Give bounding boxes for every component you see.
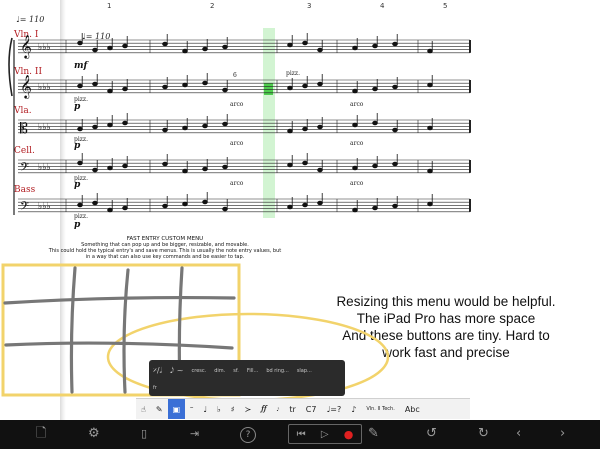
play-icon[interactable]: ▷	[321, 429, 329, 440]
annotation-line-3: And these buttons are tiny. Hard to	[342, 328, 550, 343]
device-icon[interactable]: ▯	[141, 426, 147, 442]
back-arrow-icon[interactable]: ‹	[516, 426, 521, 442]
note-value-button[interactable]: ♪	[346, 399, 361, 419]
flat-button[interactable]: ♭	[212, 399, 226, 419]
system-brace	[8, 37, 13, 97]
svg-text:𝄢: 𝄢	[20, 161, 29, 177]
transport-controls: ⏮ ▷ ●	[288, 424, 362, 444]
ornament-button[interactable]: 𝆕	[272, 399, 285, 419]
score-staves: 𝄞 ♭♭♭ 𝄞 ♭♭♭ 𝄡 ♭♭♭ 𝄢 ♭♭♭ 𝄢 ♭♭♭	[8, 28, 471, 218]
help-button[interactable]: ?	[240, 427, 256, 443]
svg-text:𝄢: 𝄢	[20, 200, 29, 216]
svg-text:𝄡: 𝄡	[20, 121, 28, 137]
fast-entry-note: FAST ENTRY CUSTOM MENU Something that ca…	[40, 236, 290, 260]
fast-entry-slap[interactable]: slap...	[293, 368, 316, 374]
record-icon[interactable]: ●	[344, 428, 354, 441]
annotation-line-2: The iPad Pro has more space	[356, 311, 536, 326]
entry-toolbar: ☝ ✎ ▣ 𝄼 ♩ ♭ ♯ ≻ 𝆑𝆑 𝆕 tr C7 ♩=? ♪ Vln. II…	[136, 398, 470, 419]
svg-text:𝄞: 𝄞	[20, 34, 32, 59]
fast-entry-sf[interactable]: sf.	[229, 368, 243, 374]
tempo-button[interactable]: ♩=?	[321, 399, 346, 419]
export-icon[interactable]: ⇥	[190, 426, 199, 442]
forward-arrow-icon[interactable]: ›	[560, 426, 565, 442]
fast-entry-dim[interactable]: dim.	[210, 368, 229, 374]
fast-entry-slash[interactable]: 𝄎/𝅗𝅥	[149, 366, 166, 376]
rewind-icon[interactable]: ⏮	[297, 429, 306, 440]
note-tool-icon[interactable]: ♩	[198, 399, 212, 419]
undo-icon[interactable]: ↺	[426, 426, 437, 442]
hand-pointer-icon[interactable]: ☝	[136, 399, 151, 419]
svg-text:♭♭♭: ♭♭♭	[38, 202, 51, 212]
fast-entry-bd-ring[interactable]: bd ring...	[262, 368, 293, 374]
selected-note-cursor	[264, 83, 273, 95]
chord-symbol-button[interactable]: C7	[301, 399, 322, 419]
technique-button[interactable]: Vln. II Tech.	[361, 399, 399, 419]
fast-entry-fill[interactable]: Fill...	[243, 368, 262, 374]
svg-text:𝄞: 𝄞	[20, 74, 32, 99]
text-button[interactable]: Abc	[400, 399, 425, 419]
document-icon[interactable]: 🗋	[36, 426, 46, 442]
annotation-text: Resizing this menu would be helpful. The…	[316, 293, 576, 361]
annotation-line-4: work fast and precise	[382, 345, 510, 360]
dynamics-button[interactable]: 𝆑𝆑	[256, 399, 271, 419]
fast-entry-row-2: fr	[149, 379, 345, 397]
fast-entry-cresc[interactable]: cresc.	[188, 368, 211, 374]
fast-entry-row-1: 𝄎/𝅗𝅥 𝅘𝅥𝅮 ~ cresc. dim. sf. Fill... bd ri…	[149, 362, 345, 380]
fast-entry-fr[interactable]: fr	[149, 385, 161, 391]
svg-text:♭♭♭: ♭♭♭	[38, 43, 51, 53]
fast-entry-note-line-3: in a way that can also use key commands …	[85, 254, 245, 260]
trill-button[interactable]: tr	[284, 399, 300, 419]
sharp-button[interactable]: ♯	[226, 399, 240, 419]
rest-tool-icon[interactable]: 𝄼	[185, 399, 198, 419]
fast-entry-menu[interactable]: 𝄎/𝅗𝅥 𝅘𝅥𝅮 ~ cresc. dim. sf. Fill... bd ri…	[149, 360, 345, 396]
eraser-icon[interactable]: ✎	[151, 399, 168, 419]
fast-entry-grace[interactable]: 𝅘𝅥𝅮 ~	[166, 366, 187, 376]
accent-button[interactable]: ≻	[240, 399, 257, 419]
annotate-pen-icon[interactable]: ✎	[368, 426, 379, 442]
score-page[interactable]: 1 2 3 4 5 ♩= 110 ♩= 110 Vln. I Vln. II V…	[0, 0, 600, 420]
svg-text:♭♭♭: ♭♭♭	[38, 83, 51, 93]
svg-text:♭♭♭: ♭♭♭	[38, 163, 51, 173]
redo-icon[interactable]: ↻	[478, 426, 489, 442]
gear-icon[interactable]: ⚙	[88, 426, 100, 442]
selection-tool-icon[interactable]: ▣	[167, 399, 186, 419]
svg-text:♭♭♭: ♭♭♭	[38, 123, 51, 133]
annotation-line-1: Resizing this menu would be helpful.	[336, 294, 556, 309]
